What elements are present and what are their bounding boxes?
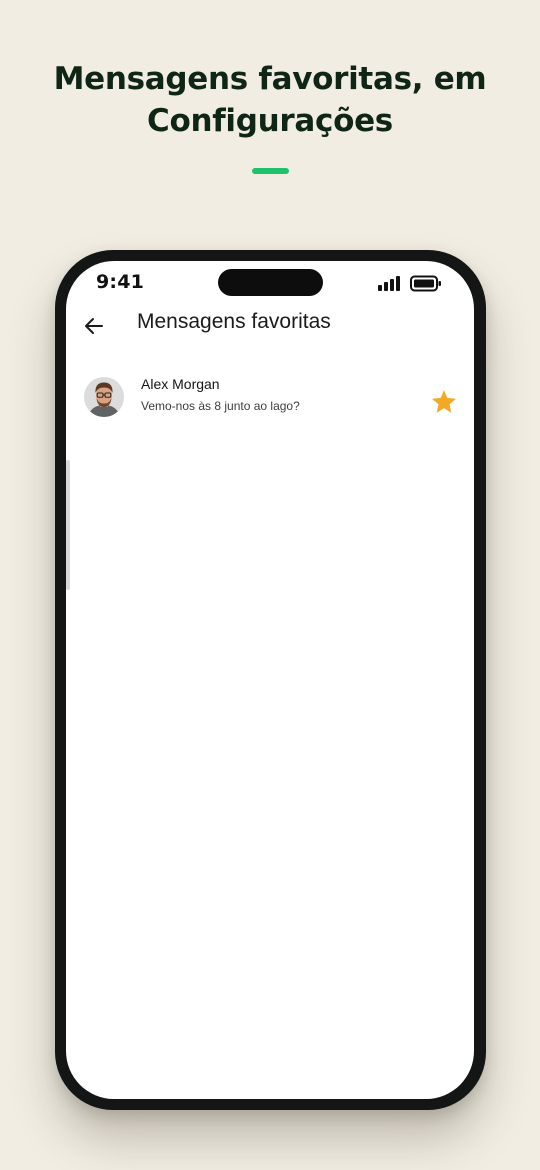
battery-icon	[410, 275, 441, 292]
promo-headline-line-1: Mensagens favoritas, em	[53, 61, 487, 97]
contact-name: Alex Morgan	[141, 376, 220, 392]
phone-screen: 9:41 Mensagens favoritas Alex Morgan Vem…	[66, 261, 474, 1099]
dynamic-island	[218, 269, 323, 296]
status-time: 9:41	[96, 271, 145, 293]
arrow-left-icon[interactable]	[82, 314, 106, 338]
accent-divider	[252, 168, 289, 174]
message-preview: Vemo-nos às 8 junto ao lago?	[141, 399, 300, 413]
avatar	[84, 377, 124, 417]
screen-title: Mensagens favoritas	[137, 310, 331, 333]
starred-message-item[interactable]: Alex Morgan Vemo-nos às 8 junto ao lago?	[66, 369, 474, 429]
star-icon[interactable]	[430, 388, 458, 416]
promo-headline: Mensagens favoritas, em Configurações	[0, 58, 540, 142]
promo-headline-line-2: Configurações	[147, 103, 393, 139]
phone-side-button	[66, 460, 70, 590]
cellular-signal-icon	[378, 276, 402, 291]
